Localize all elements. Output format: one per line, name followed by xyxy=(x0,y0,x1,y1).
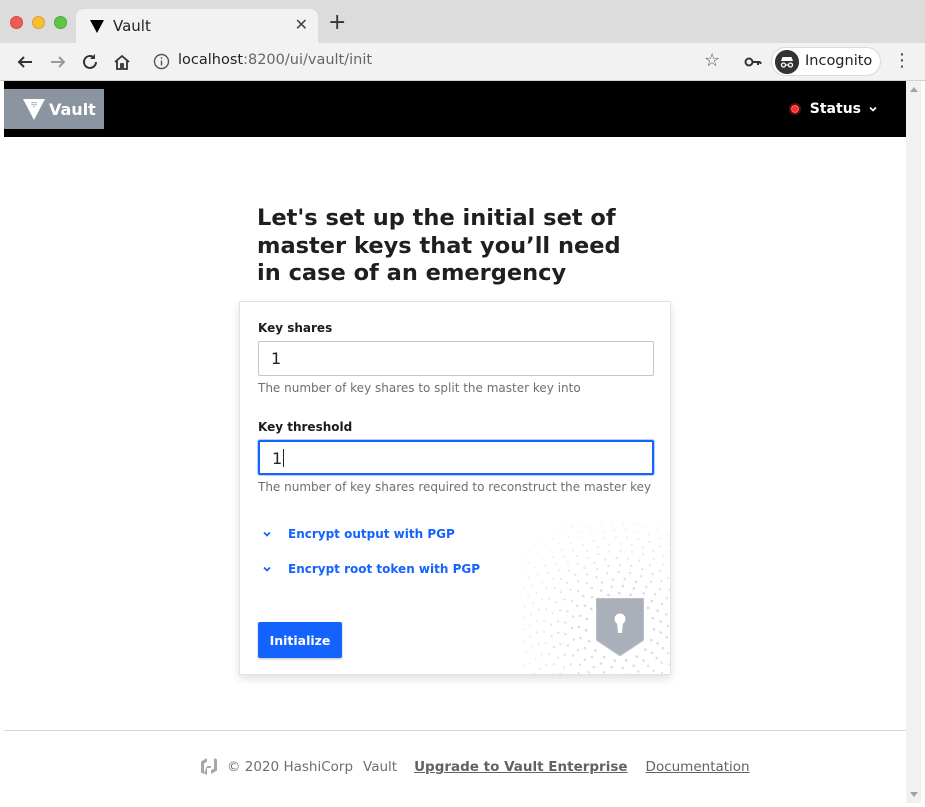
footer-divider xyxy=(4,730,906,731)
hashicorp-logo-icon xyxy=(201,758,217,775)
status-menu[interactable]: Status xyxy=(788,101,878,117)
upgrade-enterprise-link[interactable]: Upgrade to Vault Enterprise xyxy=(414,759,627,775)
reload-icon[interactable] xyxy=(77,49,103,75)
encrypt-output-pgp-label: Encrypt output with PGP xyxy=(288,527,455,541)
page-title: Let's set up the initial set of master k… xyxy=(257,205,621,286)
address-bar[interactable]: localhost:8200/ui/vault/init xyxy=(178,52,372,68)
key-shares-help: The number of key shares to split the ma… xyxy=(258,381,581,395)
browser-toolbar: localhost:8200/ui/vault/init ☆ Incognito… xyxy=(0,43,925,81)
password-key-icon[interactable] xyxy=(744,53,762,71)
key-threshold-label: Key threshold xyxy=(258,420,353,434)
key-shares-input[interactable]: 1 xyxy=(258,341,654,376)
scroll-up-icon[interactable] xyxy=(910,87,918,92)
key-threshold-input[interactable]: 1 xyxy=(258,440,654,475)
key-shares-label: Key shares xyxy=(258,321,333,335)
encrypt-root-token-pgp-label: Encrypt root token with PGP xyxy=(288,562,481,576)
init-form-card: Key shares 1 The number of key shares to… xyxy=(239,301,671,675)
app-header: Vault Status xyxy=(4,81,906,137)
incognito-badge[interactable]: Incognito xyxy=(771,47,881,76)
status-label: Status xyxy=(809,101,861,117)
keyhole-shield-icon xyxy=(596,598,644,656)
tab-title: Vault xyxy=(113,17,151,35)
forward-icon[interactable] xyxy=(45,49,71,75)
chevron-down-icon xyxy=(263,566,271,572)
documentation-link[interactable]: Documentation xyxy=(646,759,750,775)
copyright-text: © 2020 HashiCorp xyxy=(227,759,354,775)
site-info-icon[interactable] xyxy=(153,53,170,70)
brand-name: Vault xyxy=(49,99,96,119)
tab-close-icon[interactable]: ✕ xyxy=(295,16,308,34)
key-threshold-help: The number of key shares required to rec… xyxy=(258,480,652,494)
bookmark-star-icon[interactable]: ☆ xyxy=(704,51,720,71)
status-dot-icon xyxy=(788,103,801,115)
back-icon[interactable] xyxy=(12,49,38,75)
new-tab-icon[interactable]: + xyxy=(328,12,346,34)
scroll-down-icon[interactable] xyxy=(910,792,918,797)
vault-logo-icon xyxy=(23,99,45,120)
chevron-down-icon xyxy=(263,531,271,537)
browser-titlebar: Vault ✕ + xyxy=(0,0,925,43)
vault-home-link[interactable]: Vault xyxy=(4,89,104,129)
encrypt-root-token-pgp-toggle[interactable]: Encrypt root token with PGP xyxy=(262,562,480,576)
initialize-button[interactable]: Initialize xyxy=(258,622,342,658)
chevron-down-icon xyxy=(869,106,877,112)
encrypt-output-pgp-toggle[interactable]: Encrypt output with PGP xyxy=(262,527,455,541)
url-host: localhost xyxy=(178,52,244,68)
url-path: :8200/ui/vault/init xyxy=(243,52,373,68)
incognito-label: Incognito xyxy=(805,53,873,69)
page-scrollbar[interactable] xyxy=(906,81,921,803)
product-name: Vault xyxy=(363,759,398,775)
browser-tab[interactable]: Vault ✕ xyxy=(76,9,318,43)
home-icon[interactable] xyxy=(109,49,135,75)
window-maximize-button[interactable] xyxy=(54,16,67,29)
window-minimize-button[interactable] xyxy=(32,16,45,29)
incognito-icon xyxy=(775,50,799,74)
browser-menu-icon[interactable]: ⋮ xyxy=(893,51,911,71)
vault-favicon-icon xyxy=(90,20,104,33)
key-shares-value: 1 xyxy=(271,349,282,368)
window-close-button[interactable] xyxy=(10,16,23,29)
key-threshold-value: 1 xyxy=(272,449,283,468)
text-caret xyxy=(283,449,285,467)
footer: © 2020 HashiCorp Vault Upgrade to Vault … xyxy=(199,757,750,777)
